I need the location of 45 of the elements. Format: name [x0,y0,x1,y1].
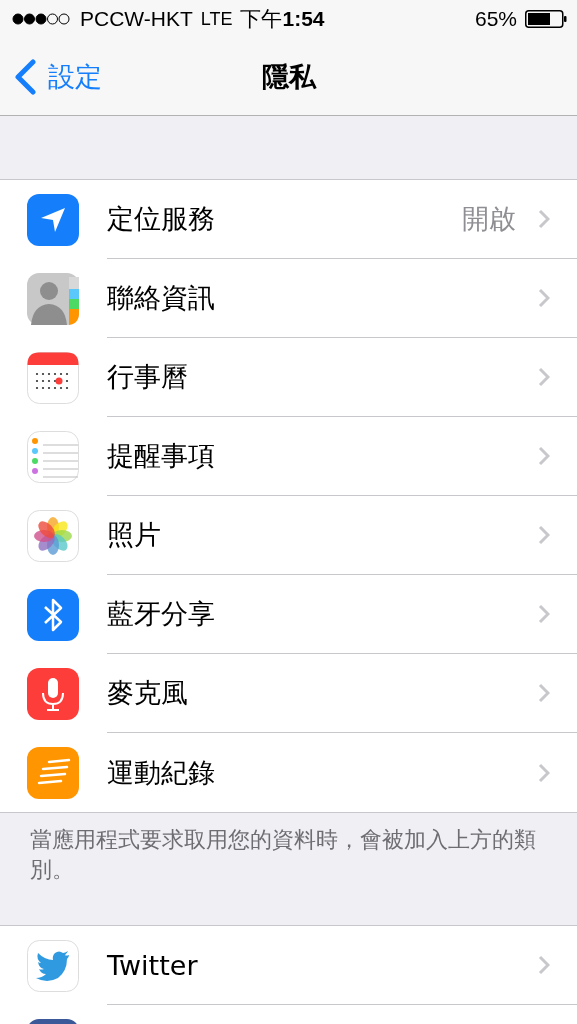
row-label: 行事曆 [107,360,189,394]
flower-icon [27,509,79,562]
row-label: 提醒事項 [107,439,216,473]
row-label: 照片 [107,518,162,552]
chevron-icon [538,762,550,783]
chevron-icon [538,209,550,229]
carrier-name: PCCW-HKT [80,7,193,31]
bluetooth-icon [27,588,79,641]
settings-row[interactable]: 提醒事項 [0,417,577,496]
status-time: 下午1:54 [240,6,325,32]
chevron-icon [538,288,550,308]
row-label: 運動紀錄 [107,755,216,790]
settings-row[interactable]: 照片 [0,496,577,575]
settings-row[interactable]: 運動紀錄 [0,733,577,812]
chevron-icon [538,683,550,703]
row-label: Twitter [107,949,199,981]
footer-note: 當應用程式要求取用您的資料時，會被加入上方的類別。 [30,827,536,882]
battery-icon [525,10,567,28]
row-label: 定位服務 [107,202,216,236]
chevron-icon [538,525,550,545]
settings-row[interactable]: 定位服務 開啟 [0,180,577,259]
speed-lines-icon [27,746,79,799]
settings-row[interactable]: 行事曆 [0,338,577,417]
row-label: 聯絡資訊 [107,281,216,315]
settings-row[interactable]: 藍牙分享 [0,575,577,654]
calendar-icon [27,351,79,404]
chevron-icon [538,955,550,975]
settings-row[interactable]: 聯絡資訊 [0,259,577,338]
back-button[interactable]: 設定 [0,58,102,95]
back-chevron-icon [14,58,36,95]
row-label: 藍牙分享 [107,597,216,631]
page-title: 隱私 [261,59,316,94]
battery-percent: 65% [474,7,517,31]
bird-icon [27,939,79,992]
row-value: 開啟 [462,202,516,236]
microphone-icon [27,667,79,720]
contacts-icon [27,272,79,325]
row-label: 麥克風 [107,676,189,710]
chevron-icon [538,367,550,387]
signal-icon [12,12,72,26]
checklist-icon [27,430,79,483]
chevron-icon [538,446,550,466]
settings-row[interactable]: 麥克風 [0,654,577,733]
network-type: LTE [200,8,233,30]
chevron-icon [538,604,550,624]
